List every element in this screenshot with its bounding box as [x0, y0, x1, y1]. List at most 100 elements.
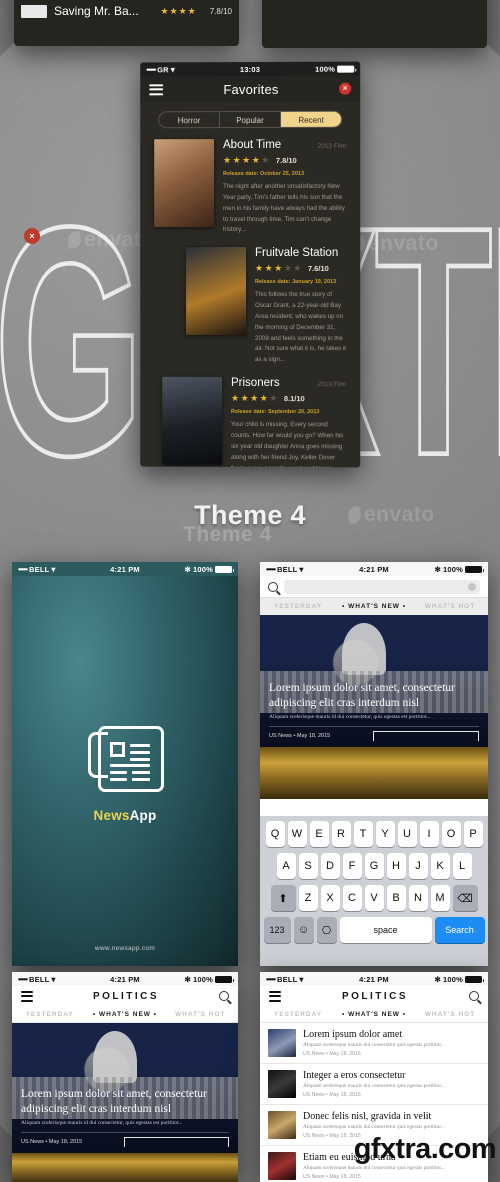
release-date: Release date: January 19, 2013: [255, 279, 346, 285]
list-item[interactable]: Integer a eros consectetur Aliquam scele…: [260, 1064, 488, 1105]
tab-whats-hot[interactable]: WHAT'S HOT: [412, 1011, 488, 1018]
bookmark-icon[interactable]: [373, 731, 479, 741]
segment-popular[interactable]: Popular: [220, 112, 281, 127]
key-s[interactable]: S: [299, 853, 318, 879]
status-right: 100%: [260, 64, 354, 73]
hamburger-icon[interactable]: [149, 84, 163, 95]
article-subline: Aliquam scelerisque mauris dui consectet…: [303, 1042, 480, 1048]
battery-percent: 100%: [315, 64, 335, 73]
key-k[interactable]: K: [431, 853, 450, 879]
hero-meta: US News • May 18, 2015: [269, 726, 479, 741]
article-thumbnail: [268, 1070, 296, 1098]
movie-title: Prisoners: [231, 377, 318, 389]
microphone-icon[interactable]: ⎔: [317, 917, 337, 943]
tab-whats-hot[interactable]: WHAT'S HOT: [412, 603, 488, 610]
movie-title: Saving Mr. Ba...: [54, 4, 153, 18]
key-o[interactable]: O: [442, 821, 461, 847]
article-subline: Aliquam scelerisque mauris dui consectet…: [303, 1124, 480, 1130]
movie-row[interactable]: Prisoners 2013 Film ★★★★★ 8.1/10 Release…: [140, 366, 360, 468]
key-h[interactable]: H: [387, 853, 406, 879]
key-r[interactable]: R: [332, 821, 351, 847]
release-date: Release date: October 25, 2013: [223, 171, 346, 177]
movie-description: The night after another unsatisfactory N…: [223, 182, 346, 236]
clear-icon[interactable]: [468, 583, 476, 591]
signal-dots-icon: •••••: [266, 975, 275, 984]
search-icon[interactable]: [219, 991, 229, 1001]
hero-article[interactable]: Lorem ipsum dolor sit amet, consectetur …: [260, 615, 488, 747]
close-icon[interactable]: ×: [339, 83, 351, 95]
movie-title: Fruitvale Station: [255, 247, 346, 259]
movie-row[interactable]: About Time 2013 Film ★★★★★ 7.8/10 Releas…: [140, 128, 360, 237]
tab-whats-new[interactable]: • WHAT'S NEW •: [336, 603, 412, 610]
hero-source: US News • May 18, 2015: [269, 733, 373, 739]
status-right: ✻ 100%: [389, 565, 482, 574]
segment-recent[interactable]: Recent: [281, 112, 341, 127]
search-input[interactable]: [284, 580, 480, 594]
tab-whats-new[interactable]: • WHAT'S NEW •: [87, 1011, 162, 1018]
bookmark-icon[interactable]: [124, 1137, 229, 1147]
space-key[interactable]: space: [340, 917, 432, 943]
carrier-label: BELL: [29, 975, 49, 984]
key-e[interactable]: E: [310, 821, 329, 847]
key-y[interactable]: Y: [376, 821, 395, 847]
status-bar: ••••• GR ▾ 13:03 100%: [140, 62, 360, 77]
hamburger-icon[interactable]: [269, 991, 281, 1002]
key-v[interactable]: V: [365, 885, 384, 911]
key-d[interactable]: D: [321, 853, 340, 879]
key-t[interactable]: T: [354, 821, 373, 847]
list-item[interactable]: Lorem ipsum dolor amet Aliquam scelerisq…: [260, 1023, 488, 1064]
numbers-key[interactable]: 123: [264, 917, 291, 943]
list-item[interactable]: Saving Mr. Ba... ★★★★ 7.8/10: [14, 0, 239, 22]
splash-screen: ••••• BELL ▾ 4:21 PM ✻ 100% NewsApp www.…: [12, 562, 238, 966]
search-icon[interactable]: [268, 582, 278, 592]
key-f[interactable]: F: [343, 853, 362, 879]
shift-key[interactable]: ⬆: [271, 885, 296, 911]
delete-badge-icon[interactable]: ×: [24, 228, 40, 244]
key-z[interactable]: Z: [299, 885, 318, 911]
hero-source: US News • May 18, 2015: [21, 1139, 124, 1145]
key-j[interactable]: J: [409, 853, 428, 879]
hamburger-icon[interactable]: [21, 991, 33, 1002]
key-a[interactable]: A: [277, 853, 296, 879]
hero-article[interactable]: Lorem ipsum dolor sit amet, consectetur …: [12, 1023, 238, 1153]
key-x[interactable]: X: [321, 885, 340, 911]
search-return-key[interactable]: Search: [435, 917, 485, 943]
key-m[interactable]: M: [431, 885, 450, 911]
key-g[interactable]: G: [365, 853, 384, 879]
key-p[interactable]: P: [464, 821, 483, 847]
star-rating: ★★★★★: [255, 263, 303, 274]
movie-details: Fruitvale Station ★★★★★ 7.6/10 Release d…: [255, 247, 346, 366]
article-title: Lorem ipsum dolor amet: [303, 1029, 480, 1040]
signal-dots-icon: •••••: [18, 975, 27, 984]
tab-bar: YESTERDAY • WHAT'S NEW • WHAT'S HOT: [12, 1006, 238, 1023]
search-icon[interactable]: [469, 991, 479, 1001]
key-c[interactable]: C: [343, 885, 362, 911]
key-b[interactable]: B: [387, 885, 406, 911]
secondary-article-image[interactable]: [12, 1153, 238, 1182]
tab-yesterday[interactable]: YESTERDAY: [260, 1011, 336, 1018]
tab-whats-new[interactable]: • WHAT'S NEW •: [336, 1011, 412, 1018]
key-l[interactable]: L: [453, 853, 472, 879]
signal-dots-icon: •••••: [18, 565, 27, 574]
tab-yesterday[interactable]: YESTERDAY: [12, 1011, 87, 1018]
key-q[interactable]: Q: [266, 821, 285, 847]
key-w[interactable]: W: [288, 821, 307, 847]
key-n[interactable]: N: [409, 885, 428, 911]
top-left-partial-screen: 6 The night after another unsatisfactory…: [14, 0, 239, 46]
movie-description: This follows the true story of Oscar Gra…: [255, 290, 346, 366]
tab-yesterday[interactable]: YESTERDAY: [260, 603, 336, 610]
key-u[interactable]: U: [398, 821, 417, 847]
article-meta: US News • May 18, 2015: [303, 1051, 480, 1057]
carrier-label: BELL: [29, 565, 49, 574]
key-i[interactable]: I: [420, 821, 439, 847]
segment-horror[interactable]: Horror: [159, 112, 220, 127]
emoji-icon[interactable]: ☺: [294, 917, 314, 943]
movie-row[interactable]: Fruitvale Station ★★★★★ 7.6/10 Release d…: [140, 236, 360, 366]
hero-subline: Aliquam scelerisque mauris id dui consec…: [269, 714, 479, 720]
clock: 4:21 PM: [359, 565, 389, 574]
secondary-article-image[interactable]: [260, 747, 488, 799]
status-left: ••••• BELL ▾: [18, 565, 110, 574]
backspace-key[interactable]: ⌫: [453, 885, 478, 911]
search-screen: ••••• BELL ▾ 4:21 PM ✻ 100% YESTERDAY • …: [260, 562, 488, 966]
tab-whats-hot[interactable]: WHAT'S HOT: [163, 1011, 238, 1018]
